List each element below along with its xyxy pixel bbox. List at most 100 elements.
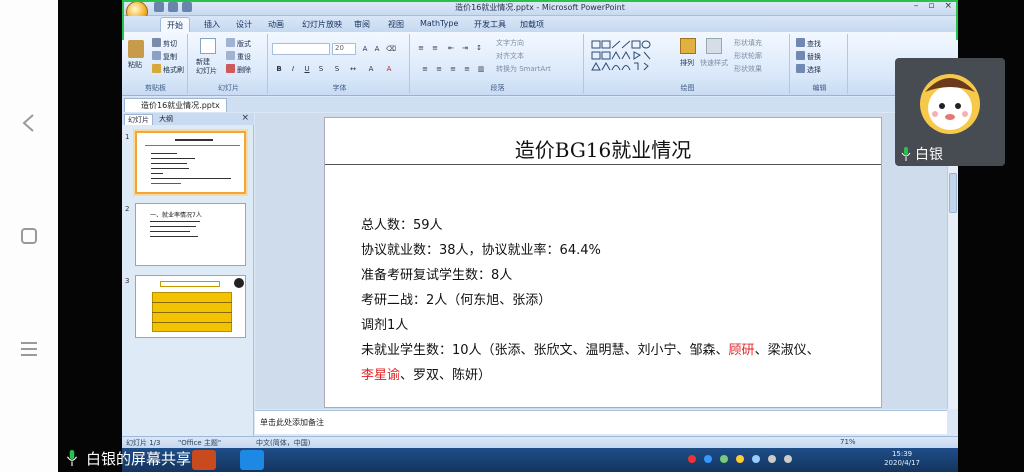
font-size-combo[interactable]: 20 [332,43,356,55]
thumb-text-line [151,153,177,154]
layout-icon [226,38,235,47]
tab-outline-panel[interactable]: 大纲 [156,114,176,124]
new-slide-icon[interactable] [200,38,216,54]
tab-review[interactable]: 审阅 [354,19,370,30]
group-label: 幻灯片 [218,84,239,92]
tab-animation[interactable]: 动画 [268,19,284,30]
replace-icon [796,51,805,60]
grow-font-icon[interactable]: A [360,44,370,54]
participant-video-tile[interactable]: 白银 [895,58,1005,166]
font-color-icon[interactable]: A [384,64,394,74]
group-slides: 新建 幻灯片 版式 重设 删除 幻灯片 [190,34,268,94]
back-icon[interactable] [18,112,40,134]
line-spacing-icon[interactable]: ↕ [474,43,484,53]
layout-button[interactable]: 版式 [226,38,251,49]
notes-pane[interactable]: 单击此处添加备注 [255,410,947,434]
smartart-button[interactable]: 转换为 SmartArt [496,64,551,74]
reset-button[interactable]: 重设 [226,51,251,62]
volume-icon[interactable] [768,455,776,463]
theme-name: "Office 主题" [178,439,222,447]
tab-mathtype[interactable]: MathType [420,19,458,28]
slide-thumbnail-1[interactable] [135,131,246,194]
tray-icon[interactable] [736,455,744,463]
tab-home[interactable]: 开始 [160,17,190,32]
arrange-button[interactable]: 排列 [680,58,694,68]
align-right-icon[interactable]: ≡ [448,64,458,74]
group-editing: 查找 替换 选择 编辑 [792,34,848,94]
increase-indent-icon[interactable]: ⇥ [460,43,470,53]
justify-icon[interactable]: ≡ [462,64,472,74]
tray-icon[interactable] [720,455,728,463]
thumb-number: 2 [125,205,130,213]
slide-title[interactable]: 造价BG16就业情况 [325,134,881,163]
italic-icon[interactable]: I [288,64,298,74]
cut-button[interactable]: 剪切 [152,38,177,49]
shrink-font-icon[interactable]: A [372,44,382,54]
copy-button[interactable]: 复制 [152,51,177,62]
strikethrough-icon[interactable]: S [316,64,326,74]
home-icon[interactable] [18,225,40,247]
close-icon[interactable]: × [944,1,952,11]
align-center-icon[interactable]: ≡ [434,64,444,74]
tab-design[interactable]: 设计 [236,19,252,30]
tab-addins[interactable]: 加载项 [520,19,544,30]
numbering-icon[interactable]: ≡ [430,43,440,53]
format-painter-button[interactable]: 格式刷 [152,64,184,75]
maximize-icon[interactable]: ▫ [928,1,934,11]
clock-time: 15:39 [891,450,913,458]
replace-button[interactable]: 替换 [796,51,821,62]
text-direction-button[interactable]: 文字方向 [496,38,524,48]
new-slide-button[interactable]: 新建 幻灯片 [196,58,217,76]
minimize-icon[interactable]: – [914,1,919,11]
paste-button[interactable]: 粘贴 [128,60,142,70]
tab-slideshow[interactable]: 幻灯片放映 [302,19,342,30]
slide-thumbnail-3[interactable] [135,275,246,338]
tab-view[interactable]: 视图 [388,19,404,30]
shapes-gallery-icon[interactable] [590,39,666,73]
app-taskbar-icon[interactable] [240,450,264,470]
tray-icon[interactable] [688,455,696,463]
thumb3-title-box [160,281,220,287]
bullets-icon[interactable]: ≡ [416,43,426,53]
font-name-combo[interactable] [272,43,330,55]
shape-fill-button[interactable]: 形状填充 [734,38,762,48]
powerpoint-taskbar-icon[interactable] [192,450,216,470]
slide-thumbnail-2[interactable]: 一、就业率情况7人 [135,203,246,266]
underline-icon[interactable]: U [302,64,312,74]
system-clock[interactable]: 15:39 2020/4/17 [884,450,920,468]
select-button[interactable]: 选择 [796,64,821,75]
bold-icon[interactable]: B [274,64,284,74]
clear-format-icon[interactable]: ⌫ [386,44,396,54]
tray-icon[interactable] [752,455,760,463]
change-case-icon[interactable]: A [366,64,376,74]
close-icon[interactable]: × [241,113,249,123]
letterbox-left [58,0,122,472]
tab-slides-panel[interactable]: 幻灯片 [124,114,153,125]
shape-outline-button[interactable]: 形状轮廓 [734,51,762,61]
arrange-icon[interactable] [680,38,696,54]
quick-styles-button[interactable]: 快速样式 [700,58,728,68]
scroll-thumb[interactable] [949,173,957,213]
align-text-button[interactable]: 对齐文本 [496,51,524,61]
delete-button[interactable]: 删除 [226,64,251,75]
notes-placeholder: 单击此处添加备注 [260,418,324,427]
tray-icon[interactable] [704,455,712,463]
document-tab[interactable]: 造价16就业情况.pptx [124,98,227,112]
tab-developer[interactable]: 开发工具 [474,19,506,30]
zoom-level[interactable]: 71% [840,438,856,446]
tab-insert[interactable]: 插入 [204,19,220,30]
network-icon[interactable] [784,455,792,463]
find-button[interactable]: 查找 [796,38,821,49]
paste-icon[interactable] [128,40,144,58]
align-left-icon[interactable]: ≡ [420,64,430,74]
char-spacing-icon[interactable]: ↔ [348,64,358,74]
shadow-icon[interactable]: S [332,64,342,74]
quick-styles-icon[interactable] [706,38,722,54]
binoculars-icon [796,38,805,47]
thumb-text-line-red [151,183,181,184]
decrease-indent-icon[interactable]: ⇤ [446,43,456,53]
shape-effects-button[interactable]: 形状效果 [734,64,762,74]
columns-icon[interactable]: ▥ [476,64,486,74]
current-slide[interactable]: 造价BG16就业情况 总人数：59人 协议就业数：38人，协议就业率：64.4%… [324,117,882,408]
menu-icon[interactable] [18,338,40,360]
